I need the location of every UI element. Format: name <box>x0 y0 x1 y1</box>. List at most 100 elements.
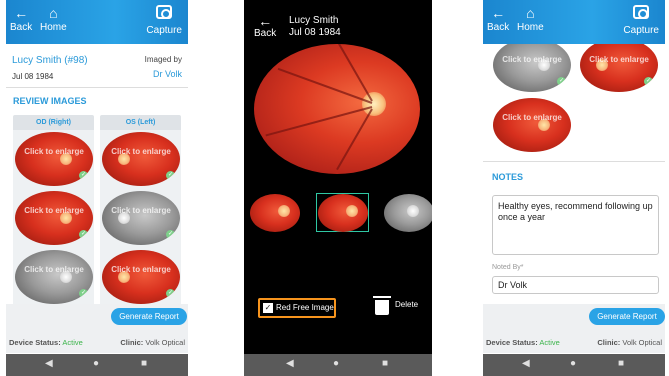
divider <box>6 87 188 88</box>
enlarge-label: Click to enlarge <box>502 113 562 122</box>
noted-by-input[interactable]: Dr Volk <box>492 276 659 294</box>
fundus-thumbnail[interactable]: Click to enlarge ✓ <box>15 132 93 186</box>
red-free-toggle[interactable]: ✓ Red Free Image <box>258 298 336 318</box>
fundus-thumbnail-selected[interactable] <box>318 194 368 232</box>
fundus-thumbnail[interactable]: Click to enlarge ✓ <box>102 250 180 304</box>
device-status-label: Device Status: <box>9 338 61 347</box>
back-label: Back <box>487 22 510 33</box>
camera-icon <box>633 5 650 19</box>
home-icon: ⌂ <box>526 5 535 21</box>
imaged-by-label: Imaged by <box>144 55 182 64</box>
back-triangle-icon[interactable]: ◀ <box>45 358 53 369</box>
fundus-thumbnail[interactable] <box>384 194 432 232</box>
device-status-value: Active <box>62 338 83 347</box>
patient-name: Lucy Smith (#98) <box>12 55 88 66</box>
home-button[interactable]: ⌂ Home <box>517 4 544 33</box>
check-icon: ✓ <box>166 289 175 298</box>
back-arrow-icon: ← <box>14 5 29 21</box>
android-nav-bar: ◀ ● ■ <box>244 354 432 376</box>
back-button[interactable]: ← Back <box>10 4 32 33</box>
patient-dob: Jul 08 1984 <box>12 72 54 81</box>
enlarge-label: Click to enlarge <box>24 147 84 156</box>
imaging-doctor: Dr Volk <box>152 69 182 79</box>
camera-icon <box>156 5 173 19</box>
home-label: Home <box>40 22 67 33</box>
back-arrow-icon: ← <box>258 13 273 29</box>
android-nav-bar: ◀ ● ■ <box>6 354 188 376</box>
app-header: ← Back ⌂ Home Capture <box>483 0 665 44</box>
fundus-thumbnail[interactable] <box>250 194 300 232</box>
home-button[interactable]: ⌂ Home <box>40 4 67 33</box>
recents-square-icon[interactable]: ■ <box>382 358 388 369</box>
enlarge-label: Click to enlarge <box>111 206 171 215</box>
device-status-label: Device Status: <box>486 338 538 347</box>
red-free-label: Red Free Image <box>276 303 334 312</box>
device-status-value: Active <box>539 338 560 347</box>
android-nav-bar: ◀ ● ■ <box>483 354 665 376</box>
enlarge-label: Click to enlarge <box>111 147 171 156</box>
fundus-image-large[interactable] <box>254 44 420 174</box>
trash-icon[interactable] <box>373 296 391 315</box>
home-icon: ⌂ <box>49 5 58 21</box>
check-icon: ✓ <box>644 77 653 86</box>
fundus-thumbnail[interactable]: Click to enlarge <box>493 98 571 152</box>
home-circle-icon[interactable]: ● <box>93 358 99 369</box>
back-button[interactable]: ← Back <box>487 4 509 33</box>
check-icon: ✓ <box>557 77 566 86</box>
generate-report-button[interactable]: Generate Report <box>111 308 187 325</box>
enlarge-label: Click to enlarge <box>502 55 562 64</box>
check-icon: ✓ <box>166 230 175 239</box>
back-label: Back <box>254 28 277 39</box>
review-screen: ← Back ⌂ Home Capture Lucy Smith (#98) J… <box>6 0 188 376</box>
check-icon: ✓ <box>79 171 88 180</box>
clinic-label: Clinic: <box>120 338 144 347</box>
noted-by-label: Noted By* <box>492 264 524 271</box>
enlarge-label: Click to enlarge <box>111 265 171 274</box>
capture-button[interactable]: Capture <box>623 3 659 36</box>
capture-label: Capture <box>146 25 182 36</box>
column-header-od: OD (Right) <box>13 115 94 130</box>
checkbox-checked-icon: ✓ <box>263 303 273 313</box>
check-icon: ✓ <box>166 171 175 180</box>
generate-report-button[interactable]: Generate Report <box>589 308 665 325</box>
app-header: ← Back ⌂ Home Capture <box>6 0 188 44</box>
delete-label[interactable]: Delete <box>395 300 418 309</box>
home-label: Home <box>517 22 544 33</box>
notes-textarea[interactable]: Healthy eyes, recommend following up onc… <box>492 195 659 255</box>
clinic-value: Volk Optical <box>145 338 185 347</box>
back-triangle-icon[interactable]: ◀ <box>522 358 530 369</box>
fundus-thumbnail[interactable]: Click to enlarge ✓ <box>15 250 93 304</box>
patient-name: Lucy Smith <box>289 15 339 26</box>
fundus-thumbnail[interactable]: Click to enlarge ✓ <box>15 191 93 245</box>
clinic-label: Clinic: <box>597 338 621 347</box>
back-arrow-icon: ← <box>491 5 506 21</box>
section-title: REVIEW IMAGES <box>13 96 87 106</box>
enlarge-label: Click to enlarge <box>589 55 649 64</box>
column-header-os: OS (Left) <box>100 115 181 130</box>
fundus-thumbnail[interactable]: Click to enlarge ✓ <box>580 38 658 92</box>
enlarge-label: Click to enlarge <box>24 265 84 274</box>
fundus-thumbnail[interactable]: Click to enlarge ✓ <box>102 191 180 245</box>
status-bar: Device Status: Active Clinic: Volk Optic… <box>483 331 665 353</box>
notes-title: NOTES <box>492 172 524 182</box>
clinic-value: Volk Optical <box>622 338 662 347</box>
back-label: Back <box>10 22 33 33</box>
check-icon: ✓ <box>79 289 88 298</box>
capture-button[interactable]: Capture <box>146 3 182 36</box>
capture-label: Capture <box>623 25 659 36</box>
image-detail-screen: ← Back Lucy Smith Jul 08 1984 ✓ Red Free… <box>244 0 432 376</box>
check-icon: ✓ <box>79 230 88 239</box>
divider <box>483 161 665 162</box>
recents-square-icon[interactable]: ■ <box>618 358 624 369</box>
back-triangle-icon[interactable]: ◀ <box>286 358 294 369</box>
fundus-thumbnail[interactable]: Click to enlarge ✓ <box>493 38 571 92</box>
home-circle-icon[interactable]: ● <box>570 358 576 369</box>
detail-header: ← Back Lucy Smith Jul 08 1984 <box>244 0 432 44</box>
back-button[interactable]: ← Back <box>254 14 276 39</box>
fundus-thumbnail[interactable]: Click to enlarge ✓ <box>102 132 180 186</box>
enlarge-label: Click to enlarge <box>24 206 84 215</box>
patient-dob: Jul 08 1984 <box>289 27 341 38</box>
recents-square-icon[interactable]: ■ <box>141 358 147 369</box>
home-circle-icon[interactable]: ● <box>333 358 339 369</box>
status-bar: Device Status: Active Clinic: Volk Optic… <box>6 331 188 353</box>
